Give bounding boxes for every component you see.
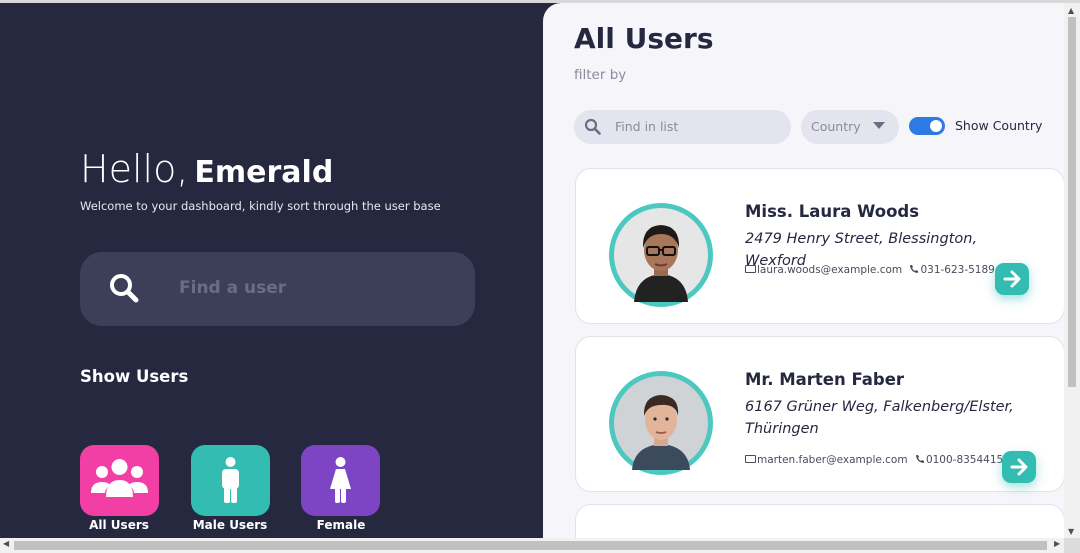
vertical-scrollbar[interactable]: ▲ ▼ [1064, 3, 1080, 538]
user-search-input[interactable]: Find a user [80, 252, 475, 326]
greeting-text: Hello, [80, 147, 189, 191]
view-user-button[interactable] [995, 263, 1029, 295]
user-name: Emerald [194, 155, 334, 190]
user-photo [614, 208, 708, 302]
user-email: laura.woods@example.com [757, 264, 903, 276]
page-title: All Users [574, 22, 714, 55]
show-users-heading: Show Users [80, 367, 189, 386]
search-icon [110, 274, 139, 303]
scroll-up-icon[interactable]: ▲ [1068, 6, 1074, 15]
user-card: Miss. Laura Woods 2479 Henry Street, Ble… [575, 168, 1065, 324]
app-window: Hello, Emerald Welcome to your dashboard,… [0, 0, 1080, 553]
phone-icon [915, 455, 924, 463]
users-group-icon [91, 459, 148, 497]
phone-icon [910, 265, 919, 273]
arrow-right-icon [1010, 458, 1028, 476]
find-in-list-input[interactable]: Find in list [574, 110, 791, 144]
vertical-scroll-thumb[interactable] [1068, 17, 1076, 387]
user-name: Mr. Marten Faber [745, 370, 905, 389]
user-address: 6167 Grüner Weg, Falkenberg/Elster, Thür… [745, 399, 1014, 437]
view-user-button[interactable] [1002, 451, 1036, 483]
arrow-right-icon [1003, 270, 1021, 288]
male-users-label: Male Users [192, 518, 268, 532]
scroll-down-icon[interactable]: ▼ [1068, 527, 1074, 536]
user-photo [614, 376, 708, 470]
male-users-button[interactable] [191, 445, 270, 516]
search-icon [584, 118, 601, 135]
show-country-label: Show Country [955, 118, 1043, 133]
user-name: Miss. Laura Woods [745, 202, 920, 221]
users-panel: All Users filter by Find in list Country… [543, 3, 1080, 553]
user-card: Mr. Marten Faber 6167 Grüner Weg, Falken… [575, 336, 1065, 492]
horizontal-scroll-thumb[interactable] [14, 541, 1047, 550]
filter-subtitle: filter by [574, 67, 627, 83]
find-placeholder: Find in list [615, 119, 679, 134]
user-email: marten.faber@example.com [757, 454, 908, 466]
all-users-label: All Users [89, 518, 149, 532]
scroll-left-icon[interactable]: ◀ [3, 539, 9, 548]
female-users-button[interactable] [301, 445, 380, 516]
toggle-knob [930, 120, 942, 132]
user-phone: 031-623-5189 [920, 264, 995, 276]
search-placeholder: Find a user [179, 278, 287, 298]
envelope-icon [745, 455, 756, 463]
user-contact: laura.woods@example.com 031-623-5189 [745, 263, 995, 276]
caret-down-icon [873, 122, 885, 129]
sidebar: Hello, Emerald Welcome to your dashboard,… [0, 3, 560, 538]
scrollbar-corner [1064, 538, 1080, 553]
user-contact: marten.faber@example.com 0100-8354415 [745, 453, 1003, 466]
avatar [609, 371, 713, 475]
country-select[interactable]: Country [801, 110, 899, 144]
female-users-label: Female [316, 518, 366, 532]
horizontal-scrollbar[interactable]: ◀ ▶ [0, 538, 1080, 553]
avatar [609, 203, 713, 307]
envelope-icon [745, 265, 756, 273]
greeting: Hello, Emerald [80, 147, 333, 191]
country-select-value: Country [811, 119, 861, 134]
scroll-right-icon[interactable]: ▶ [1054, 539, 1060, 548]
user-phone: 0100-8354415 [925, 454, 1004, 466]
all-users-button[interactable] [80, 445, 159, 516]
welcome-text: Welcome to your dashboard, kindly sort t… [80, 199, 441, 213]
male-icon [222, 457, 239, 503]
show-country-toggle[interactable] [909, 117, 945, 135]
female-icon [330, 457, 351, 503]
